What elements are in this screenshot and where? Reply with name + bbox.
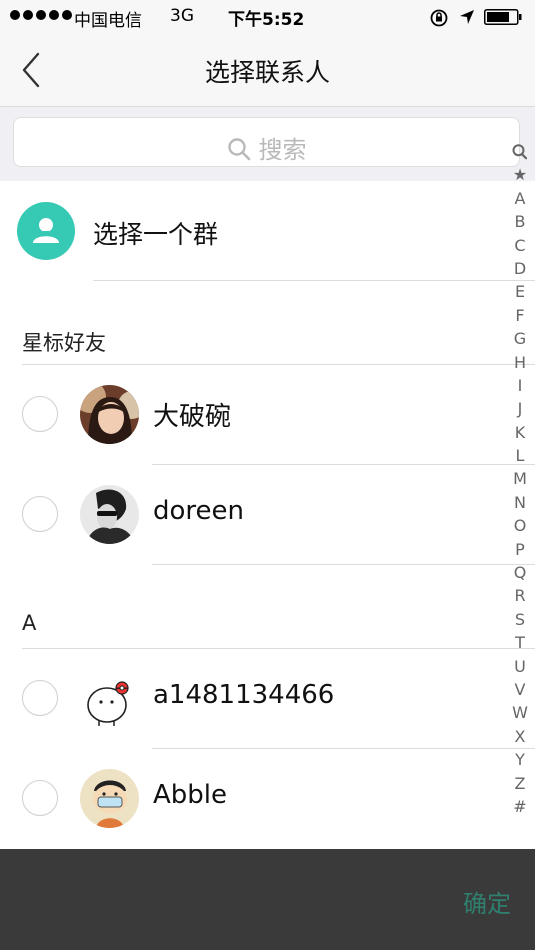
index-letter[interactable]: P	[509, 538, 531, 561]
index-letter[interactable]: Y	[509, 748, 531, 771]
location-arrow-icon	[460, 10, 474, 24]
index-letter[interactable]: M	[509, 467, 531, 490]
index-letter[interactable]: W	[509, 701, 531, 724]
bottom-bar: 确定	[0, 849, 535, 950]
index-letter[interactable]: O	[509, 514, 531, 537]
index-letter[interactable]: L	[509, 444, 531, 467]
contact-picker-screen: 中国电信 3G 下午5:52 选择联系人 搜索 选择一个群 星标好友 大破碗 d…	[0, 0, 535, 950]
contact-row[interactable]: a1481134466	[0, 649, 535, 749]
index-letter[interactable]: E	[509, 280, 531, 303]
index-letter[interactable]: U	[509, 655, 531, 678]
section-header-starred: 星标好友	[22, 331, 106, 355]
avatar	[80, 485, 139, 544]
index-letter[interactable]: T	[509, 631, 531, 654]
index-letter[interactable]: #	[509, 795, 531, 818]
index-letter[interactable]: B	[509, 210, 531, 233]
navigation-bar: 选择联系人	[0, 36, 535, 106]
contact-row[interactable]: Abble	[0, 749, 512, 849]
index-letter[interactable]: V	[509, 678, 531, 701]
index-letter[interactable]: ★	[509, 163, 531, 186]
signal-strength-icon	[10, 10, 72, 20]
index-letter[interactable]: Z	[509, 772, 531, 795]
contact-row[interactable]: doreen	[0, 465, 535, 565]
search-placeholder: 搜索	[258, 136, 307, 164]
index-letter[interactable]: R	[509, 584, 531, 607]
index-letter[interactable]: G	[509, 327, 531, 350]
search-input[interactable]: 搜索	[13, 117, 520, 167]
index-letter[interactable]: C	[509, 234, 531, 257]
select-checkbox[interactable]	[22, 780, 58, 816]
index-letter[interactable]: F	[509, 304, 531, 327]
index-search-icon[interactable]	[509, 140, 531, 163]
status-time: 下午5:52	[228, 10, 305, 30]
index-letter[interactable]: N	[509, 491, 531, 514]
alphabet-index-bar[interactable]: ★ A B C D E F G H I J K L M N O P Q R S T U V W X Y Z #	[509, 140, 531, 818]
select-checkbox[interactable]	[22, 496, 58, 532]
status-bar: 中国电信 3G 下午5:52	[0, 0, 535, 36]
page-title: 选择联系人	[204, 58, 330, 87]
index-letter[interactable]: H	[509, 351, 531, 374]
select-checkbox[interactable]	[22, 396, 58, 432]
contact-name: doreen	[153, 496, 244, 526]
top-bar: 中国电信 3G 下午5:52 选择联系人	[0, 0, 535, 107]
rotation-lock-icon	[430, 9, 448, 27]
divider	[93, 280, 535, 281]
contact-name: a1481134466	[153, 680, 335, 710]
index-letter[interactable]: S	[509, 608, 531, 631]
index-letter[interactable]: A	[509, 187, 531, 210]
group-avatar-icon	[17, 202, 75, 260]
contact-row[interactable]: 大破碗	[0, 365, 535, 465]
avatar	[80, 385, 139, 444]
index-letter[interactable]: K	[509, 421, 531, 444]
index-letter[interactable]: D	[509, 257, 531, 280]
contact-name: 大破碗	[153, 402, 232, 432]
divider	[152, 564, 535, 565]
section-header-a: A	[22, 611, 37, 635]
confirm-button[interactable]: 确定	[463, 884, 511, 919]
index-letter[interactable]: J	[509, 397, 531, 420]
network-type: 3G	[170, 6, 194, 26]
search-icon	[227, 138, 250, 161]
avatar	[80, 769, 139, 828]
select-group-row[interactable]: 选择一个群	[0, 181, 535, 281]
index-letter[interactable]: X	[509, 725, 531, 748]
contact-name: Abble	[153, 780, 228, 810]
select-group-label: 选择一个群	[93, 220, 219, 249]
battery-icon	[484, 9, 522, 25]
index-letter[interactable]: Q	[509, 561, 531, 584]
avatar	[80, 669, 139, 728]
carrier-label: 中国电信	[74, 11, 142, 31]
select-checkbox[interactable]	[22, 680, 58, 716]
index-letter[interactable]: I	[509, 374, 531, 397]
search-area: 搜索	[0, 107, 535, 181]
